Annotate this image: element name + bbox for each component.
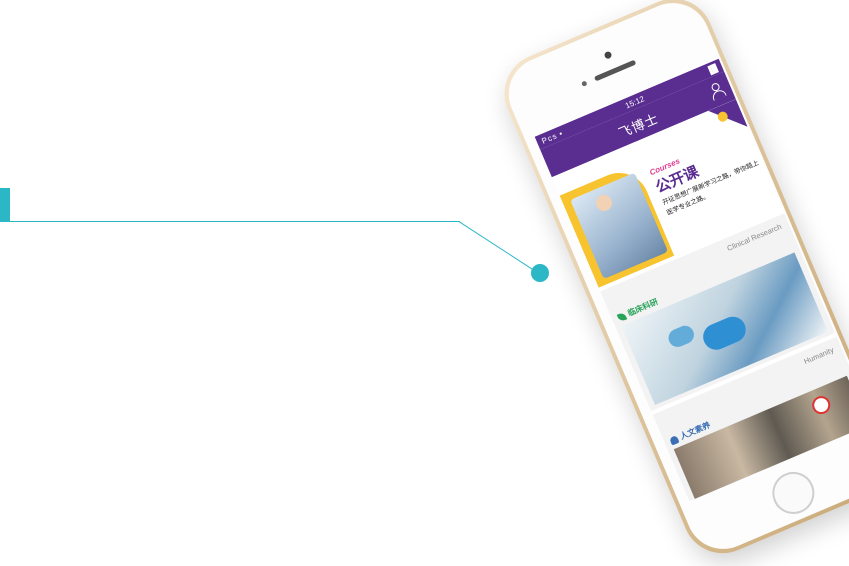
- phone-body: Pcs • 15:12 ▐█ 飞博士 Courses 公开课 开征思想广展新学习…: [492, 0, 849, 566]
- camera-icon: [603, 50, 613, 60]
- phone-face: Pcs • 15:12 ▐█ 飞博士 Courses 公开课 开征思想广展新学习…: [497, 0, 849, 561]
- accent-block: [0, 188, 10, 222]
- lab-glove-right: [699, 312, 750, 354]
- lab-glove-left: [665, 322, 697, 350]
- section-photo: [673, 375, 849, 502]
- connector-line: [10, 221, 460, 222]
- connector-line-diagonal: [458, 221, 539, 274]
- leaf-icon: [616, 311, 628, 322]
- phone-mockup: Pcs • 15:12 ▐█ 飞博士 Courses 公开课 开征思想广展新学习…: [492, 0, 849, 566]
- connector-dot: [531, 264, 549, 282]
- home-button[interactable]: [765, 465, 821, 521]
- user-icon[interactable]: [707, 81, 727, 101]
- speaker-icon: [593, 59, 637, 82]
- sensor-icon: [581, 80, 588, 87]
- phone-screen: Pcs • 15:12 ▐█ 飞博士 Courses 公开课 开征思想广展新学习…: [534, 58, 849, 502]
- section-label-en: Humanity: [802, 345, 836, 366]
- person-icon: [668, 434, 680, 446]
- street-sign-icon: [809, 393, 834, 417]
